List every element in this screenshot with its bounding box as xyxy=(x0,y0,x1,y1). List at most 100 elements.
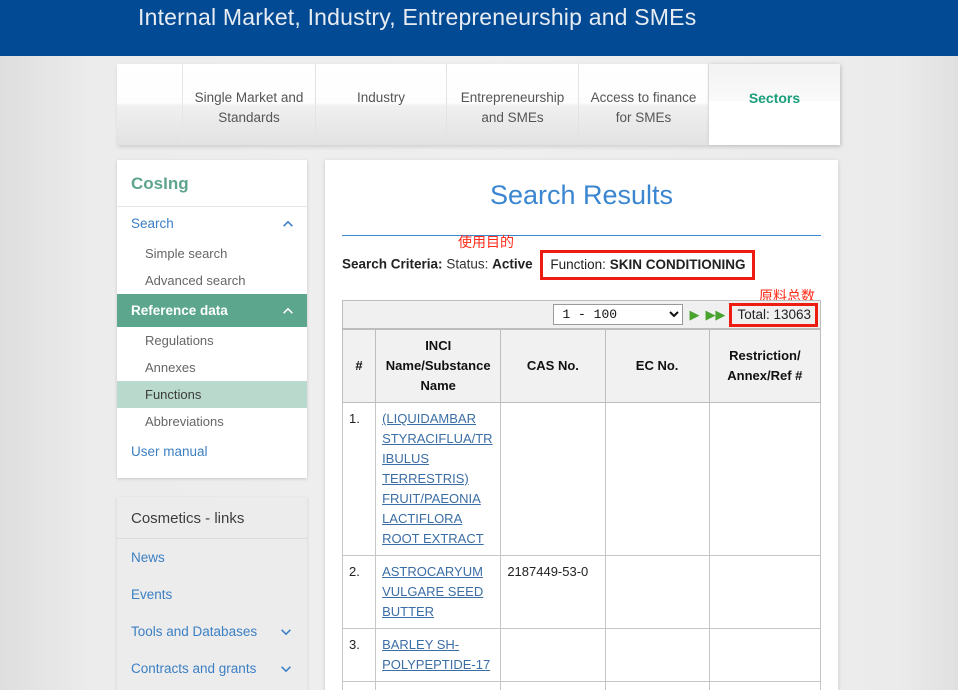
link-item-label: Contracts and grants xyxy=(131,661,256,676)
annotation-purpose: 使用目的 xyxy=(458,232,514,252)
cell-cas-no: 2187449-53-0 xyxy=(501,556,605,629)
cell-inci-name: ASTROCARYUM VULGARE SEED BUTTER xyxy=(376,556,501,629)
cell-ec-no xyxy=(605,629,709,682)
sidebar-item-regulations[interactable]: Regulations xyxy=(117,327,307,354)
tab-label: Entrepreneurship and SMEs xyxy=(457,88,568,128)
site-title: Internal Market, Industry, Entrepreneurs… xyxy=(138,4,696,31)
tab-single-market-and-standards[interactable]: Single Market and Standards xyxy=(183,64,316,145)
sidebar-item-search[interactable]: Search xyxy=(117,207,307,240)
search-criteria-label: Search Criteria: xyxy=(342,257,443,272)
link-item-label: Events xyxy=(131,587,172,602)
column-header-restriction: Restriction/ Annex/Ref # xyxy=(709,330,820,403)
cell-cas-no: 8001-29-4 xyxy=(501,682,605,690)
title-divider xyxy=(342,235,821,236)
substance-link[interactable]: (LIQUIDAMBAR STYRACIFLUA/TRIBULUS TERRES… xyxy=(382,411,493,546)
site-header: Internal Market, Industry, Entrepreneurs… xyxy=(0,0,958,56)
cell-restriction xyxy=(709,682,820,690)
play-arrow-icon[interactable]: ▶ xyxy=(689,307,699,323)
link-item-label: News xyxy=(131,550,165,565)
cell-ec-no: 232-280-7 xyxy=(605,682,709,690)
cell-index: 4. xyxy=(343,682,376,690)
function-value: SKIN CONDITIONING xyxy=(610,257,746,272)
cell-restriction xyxy=(709,556,820,629)
sidebar-item-simple-search[interactable]: Simple search xyxy=(117,240,307,267)
results-toolbar: 1 - 100 ▶ ▶▶ Total: 13063 xyxy=(342,300,821,329)
sidebar-item-label: Simple search xyxy=(145,246,227,261)
page-range-select[interactable]: 1 - 100 xyxy=(553,304,683,325)
substance-link[interactable]: BARLEY SH-POLYPEPTIDE-17 xyxy=(382,637,490,672)
column-header-ec-no: EC No. xyxy=(605,330,709,403)
page-root: Internal Market, Industry, Entrepreneurs… xyxy=(0,0,958,690)
chevron-down-icon xyxy=(279,662,293,676)
tab-sectors[interactable]: Sectors xyxy=(709,64,840,145)
sidebar-item-abbreviations[interactable]: Abbreviations xyxy=(117,408,307,435)
cosing-nav-card: CosIng Search Simple search Advanced sea… xyxy=(117,160,307,478)
cell-inci-name: GOSSYPIUM HIRSUTUM SEED EXTRACT xyxy=(376,682,501,690)
sidebar-item-label: User manual xyxy=(131,444,208,459)
cell-inci-name: (LIQUIDAMBAR STYRACIFLUA/TRIBULUS TERRES… xyxy=(376,403,501,556)
table-row: 3. BARLEY SH-POLYPEPTIDE-17 xyxy=(343,629,821,682)
search-results-panel: Search Results Search Criteria: Status: … xyxy=(325,160,838,690)
tab-label: Access to finance for SMEs xyxy=(589,88,698,128)
tab-label: Sectors xyxy=(749,88,800,108)
cosing-title: CosIng xyxy=(117,160,307,207)
chevron-up-icon xyxy=(281,304,295,318)
left-sidebar: CosIng Search Simple search Advanced sea… xyxy=(117,160,307,690)
sidebar-item-user-manual[interactable]: User manual xyxy=(117,435,307,468)
sidebar-item-label: Regulations xyxy=(145,333,214,348)
cell-index: 1. xyxy=(343,403,376,556)
table-row: 4. GOSSYPIUM HIRSUTUM SEED EXTRACT 8001-… xyxy=(343,682,821,690)
cosmetics-links-card: Cosmetics - links News Events Tools and … xyxy=(117,497,307,690)
link-item-news[interactable]: News xyxy=(117,539,307,576)
cell-index: 2. xyxy=(343,556,376,629)
skip-forward-icon[interactable]: ▶▶ xyxy=(705,307,725,323)
substance-link[interactable]: ASTROCARYUM VULGARE SEED BUTTER xyxy=(382,564,483,619)
cell-inci-name: BARLEY SH-POLYPEPTIDE-17 xyxy=(376,629,501,682)
results-table-body: 1. (LIQUIDAMBAR STYRACIFLUA/TRIBULUS TER… xyxy=(343,403,821,690)
cosmetics-links-title: Cosmetics - links xyxy=(117,497,307,539)
link-item-label: Tools and Databases xyxy=(131,624,257,639)
sidebar-item-label: Functions xyxy=(145,387,201,402)
tab-access-to-finance-for-smes[interactable]: Access to finance for SMEs xyxy=(579,64,709,145)
cell-restriction xyxy=(709,629,820,682)
sidebar-bottom-spacer xyxy=(117,468,307,478)
tab-label: Single Market and Standards xyxy=(193,88,305,128)
sidebar-item-label: Annexes xyxy=(145,360,196,375)
chevron-up-icon xyxy=(281,217,295,231)
tab-logo[interactable] xyxy=(117,64,183,145)
function-label: Function: xyxy=(550,257,606,272)
sidebar-item-functions[interactable]: Functions xyxy=(117,381,307,408)
sidebar-group-reference-data[interactable]: Reference data xyxy=(117,294,307,327)
status-label: Status: xyxy=(446,257,488,272)
sidebar-item-annexes[interactable]: Annexes xyxy=(117,354,307,381)
sidebar-item-label: Abbreviations xyxy=(145,414,224,429)
link-item-tools-and-databases[interactable]: Tools and Databases xyxy=(117,613,307,650)
tab-entrepreneurship-and-smes[interactable]: Entrepreneurship and SMEs xyxy=(447,64,579,145)
main-tabbar: Single Market and Standards Industry Ent… xyxy=(117,64,840,145)
tab-label: Industry xyxy=(357,88,405,108)
column-header-cas-no: CAS No. xyxy=(501,330,605,403)
sidebar-item-label: Advanced search xyxy=(145,273,245,288)
link-item-contracts-and-grants[interactable]: Contracts and grants xyxy=(117,650,307,687)
status-value: Active xyxy=(492,257,533,272)
results-table: # INCI Name/Substance Name CAS No. EC No… xyxy=(342,329,821,690)
page-title: Search Results xyxy=(325,160,838,219)
link-item-events[interactable]: Events xyxy=(117,576,307,613)
search-criteria-row: Search Criteria: Status: Active Function… xyxy=(342,250,838,280)
cell-cas-no xyxy=(501,629,605,682)
table-row: 2. ASTROCARYUM VULGARE SEED BUTTER 21874… xyxy=(343,556,821,629)
total-count-badge: Total: 13063 xyxy=(729,303,818,327)
chevron-down-icon xyxy=(279,625,293,639)
table-header-row: # INCI Name/Substance Name CAS No. EC No… xyxy=(343,330,821,403)
cell-ec-no xyxy=(605,403,709,556)
sidebar-item-advanced-search[interactable]: Advanced search xyxy=(117,267,307,294)
cell-index: 3. xyxy=(343,629,376,682)
sidebar-item-label: Search xyxy=(131,216,174,231)
table-row: 1. (LIQUIDAMBAR STYRACIFLUA/TRIBULUS TER… xyxy=(343,403,821,556)
tab-industry[interactable]: Industry xyxy=(316,64,447,145)
column-header-inci-name: INCI Name/Substance Name xyxy=(376,330,501,403)
sidebar-group-label: Reference data xyxy=(131,303,228,318)
cell-ec-no xyxy=(605,556,709,629)
column-header-index: # xyxy=(343,330,376,403)
cell-restriction xyxy=(709,403,820,556)
